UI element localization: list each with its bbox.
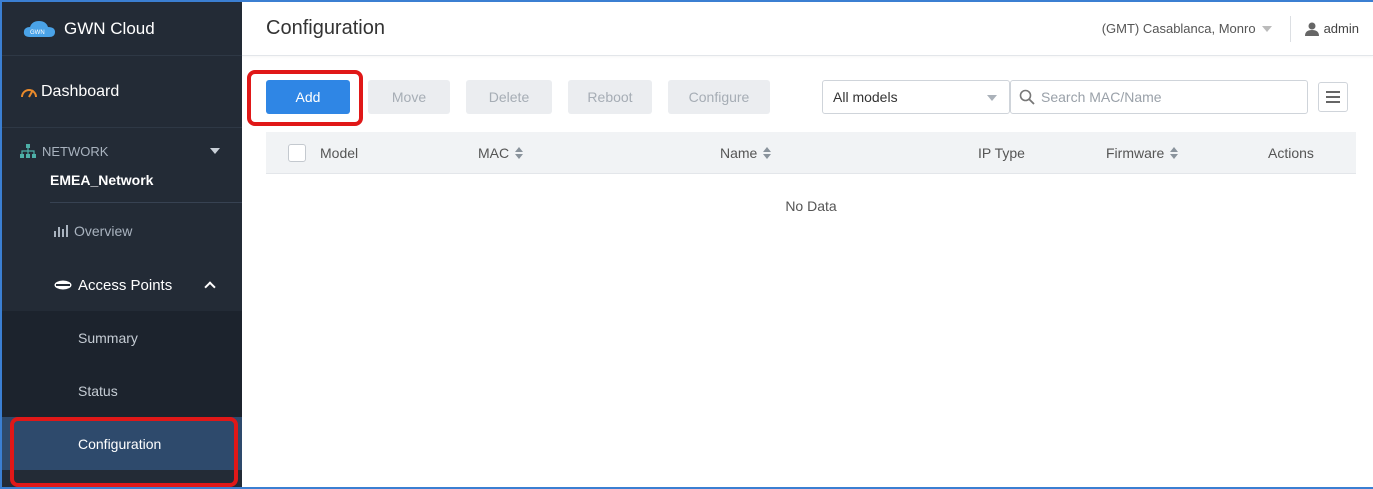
access-point-icon xyxy=(54,280,72,290)
column-actions: Actions xyxy=(1268,132,1314,174)
network-icon xyxy=(20,144,36,158)
add-button-highlight xyxy=(247,70,363,126)
column-model: Model xyxy=(320,132,358,174)
summary-label: Summary xyxy=(78,329,138,346)
column-menu-button[interactable] xyxy=(1318,82,1348,112)
top-bar: Configuration (GMT) Casablanca, Monro ad… xyxy=(242,2,1373,56)
select-all-checkbox[interactable] xyxy=(288,144,306,162)
gauge-icon xyxy=(21,88,37,97)
main-content: Configuration (GMT) Casablanca, Monro ad… xyxy=(242,2,1373,487)
sidebar-item-overview[interactable]: Overview xyxy=(2,203,242,259)
status-label: Status xyxy=(78,382,118,399)
column-mac-label: MAC xyxy=(478,145,510,161)
sidebar-item-summary[interactable]: Summary xyxy=(2,311,242,364)
svg-text:GWN: GWN xyxy=(30,30,45,36)
network-section-label: NETWORK xyxy=(42,143,109,159)
column-name[interactable]: Name xyxy=(720,132,772,174)
column-ip-type: IP Type xyxy=(978,132,1025,174)
model-filter-select[interactable]: All models xyxy=(822,80,1010,114)
sidebar-item-status[interactable]: Status xyxy=(2,364,242,417)
caret-down-icon xyxy=(1261,25,1272,32)
access-points-label: Access Points xyxy=(78,276,173,294)
sort-icon xyxy=(763,147,772,159)
configure-button[interactable]: Configure xyxy=(668,80,770,114)
column-name-label: Name xyxy=(720,145,758,161)
chevron-down-icon xyxy=(210,148,220,154)
move-button[interactable]: Move xyxy=(368,80,450,114)
bar-chart-icon xyxy=(54,225,68,237)
sidebar-item-dashboard[interactable]: Dashboard xyxy=(2,56,242,128)
sidebar: GWN GWN Cloud Dashboard NETWORK EMEA_Net… xyxy=(2,2,242,487)
user-icon xyxy=(1304,22,1319,36)
sort-icon xyxy=(515,147,524,159)
app-frame: GWN GWN Cloud Dashboard NETWORK EMEA_Net… xyxy=(0,0,1373,489)
logo-bar[interactable]: GWN GWN Cloud xyxy=(2,2,242,56)
chevron-up-icon xyxy=(204,281,216,293)
menu-icon-line xyxy=(1326,101,1340,103)
sort-icon xyxy=(1170,147,1179,159)
overview-label: Overview xyxy=(74,223,133,239)
header-divider xyxy=(1289,15,1291,42)
column-firmware[interactable]: Firmware xyxy=(1106,132,1179,174)
column-actions-label: Actions xyxy=(1268,145,1314,161)
select-all-checkbox-cell xyxy=(288,132,306,174)
menu-icon-line xyxy=(1326,96,1340,98)
search-box[interactable] xyxy=(1010,80,1308,114)
column-model-label: Model xyxy=(320,145,359,161)
search-icon xyxy=(1019,89,1035,105)
configuration-item-highlight xyxy=(10,417,238,487)
delete-button[interactable]: Delete xyxy=(466,80,552,114)
timezone-value: (GMT) Casablanca, Monro xyxy=(1101,21,1256,36)
dashboard-label: Dashboard xyxy=(41,82,120,100)
column-firmware-label: Firmware xyxy=(1106,145,1165,161)
search-input[interactable] xyxy=(1041,89,1291,105)
network-section-header[interactable]: NETWORK xyxy=(2,134,242,168)
gwn-cloud-logo-icon: GWN xyxy=(23,20,55,37)
menu-icon-line xyxy=(1326,91,1340,93)
column-ip-type-label: IP Type xyxy=(978,145,1025,161)
toolbar: Add Move Delete Reboot Configure All mod… xyxy=(266,80,1356,114)
sidebar-item-access-points[interactable]: Access Points xyxy=(2,259,242,311)
user-menu[interactable]: admin xyxy=(1304,21,1359,36)
reboot-button[interactable]: Reboot xyxy=(568,80,652,114)
timezone-selector[interactable]: (GMT) Casablanca, Monro xyxy=(1102,21,1272,36)
page-title: Configuration xyxy=(266,17,385,39)
network-name[interactable]: EMEA_Network xyxy=(2,168,242,198)
empty-table-message: No Data xyxy=(785,198,837,214)
model-filter-value: All models xyxy=(833,89,898,105)
caret-down-icon xyxy=(987,95,997,101)
username: admin xyxy=(1323,21,1359,36)
column-mac[interactable]: MAC xyxy=(478,132,524,174)
table-header: Model MAC Name IP Type Firmware Actions xyxy=(266,132,1356,174)
app-name: GWN Cloud xyxy=(64,18,155,38)
